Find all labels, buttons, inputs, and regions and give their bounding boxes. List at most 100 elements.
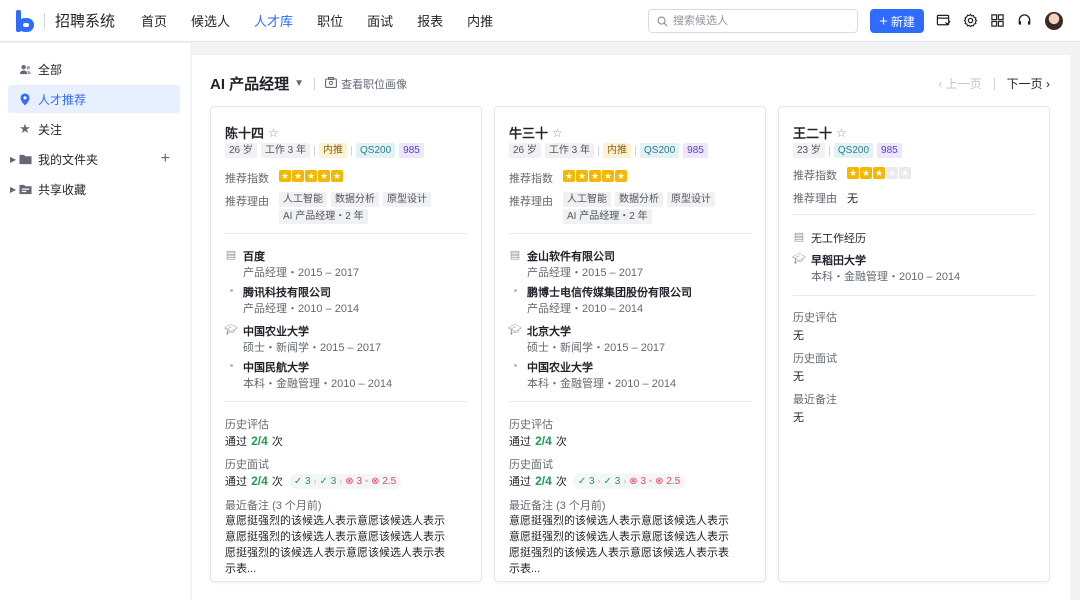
favorite-star-icon[interactable]: ☆	[268, 126, 279, 140]
next-page-button[interactable]: 下一页 ›	[1007, 75, 1050, 92]
interview-rounds[interactable]: ✓ 3 › ✓ 3 › ⊗ 3 • ⊗ 2.5	[288, 473, 402, 489]
company-icon: ▤	[225, 248, 237, 261]
sidebar-item-follow[interactable]: ★ 关注	[8, 115, 180, 143]
reason-tags: 人工智能 数据分析 原型设计 AI 产品经理・2 年	[279, 192, 469, 226]
sidebar-item-all[interactable]: 全部	[8, 55, 180, 83]
age-tag: 26 岁	[509, 143, 541, 158]
sidebar-item-my-folders[interactable]: ▶ 我的文件夹 +	[8, 145, 180, 173]
caret-right-icon[interactable]: ▶	[10, 155, 16, 164]
job-detail: 产品经理・2010 – 2014	[243, 303, 360, 315]
candidate-name[interactable]: 王二十 ☆	[793, 123, 847, 142]
recent-note-label: 最近备注 (3 个月前)	[509, 500, 606, 512]
view-portrait-link[interactable]: 查看职位画像	[325, 76, 407, 92]
search-box[interactable]	[648, 9, 858, 33]
company-name: 百度	[243, 251, 265, 263]
recent-note-label: 最近备注	[793, 394, 837, 406]
reason-tag: AI 产品经理・2 年	[279, 209, 368, 224]
sidebar-item-label: 我的文件夹	[38, 152, 99, 167]
nav-reports[interactable]: 报表	[417, 11, 443, 30]
sidebar-item-label: 关注	[38, 122, 63, 137]
school-name: 北京大学	[527, 326, 571, 338]
apps-grid-icon[interactable]	[989, 12, 1005, 28]
candidate-name[interactable]: 陈十四 ☆	[225, 123, 279, 142]
star-empty-icon: ★	[886, 167, 898, 179]
pager: ‹ 上一页 下一页 ›	[938, 75, 1050, 92]
reason-tag: 数据分析	[331, 192, 379, 207]
folder-icon	[18, 152, 32, 166]
favorite-star-icon[interactable]: ☆	[836, 126, 847, 140]
nav-interviews[interactable]: 面试	[367, 11, 393, 30]
star-filled-icon: ★	[331, 170, 343, 182]
logo[interactable]: 招聘系统	[16, 9, 116, 32]
chevron-down-icon[interactable]: ▼	[294, 78, 304, 89]
star-filled-icon: ★	[615, 170, 627, 182]
reason-tag: 人工智能	[279, 192, 327, 207]
round-pass: ✓ 3	[319, 475, 337, 487]
main-nav: 首页 候选人 人才库 职位 面试 报表 内推	[141, 11, 517, 30]
history-interview-label: 历史面试	[509, 459, 553, 471]
history-eval-label: 历史评估	[225, 419, 269, 431]
sidebar-item-shared[interactable]: ▶ 共享收藏	[8, 175, 180, 203]
work-years-tag: 工作 3 年	[544, 143, 595, 158]
page-title[interactable]: AI 产品经理	[210, 73, 289, 94]
round-pass: ✓ 3	[577, 475, 595, 487]
add-folder-button[interactable]: +	[161, 150, 170, 168]
main-panel: AI 产品经理 ▼ 查看职位画像 ‹ 上一页 下一页 › 陈十四 ☆ 26 岁 工…	[192, 55, 1070, 600]
school-tier-tag: 985	[877, 143, 902, 158]
qs-rank-tag: QS200	[640, 143, 680, 158]
candidate-card[interactable]: 王二十 ☆ 23 岁 QS200 985 推荐指数 ★ ★ ★ ★ ★ 推荐理由 无 ▤ …	[778, 106, 1050, 582]
favorite-star-icon[interactable]: ☆	[552, 126, 563, 140]
sidebar-item-recommend[interactable]: 人才推荐	[8, 85, 180, 113]
app-title: 招聘系统	[55, 13, 116, 30]
star-icon: ★	[19, 121, 31, 136]
candidate-name[interactable]: 牛三十 ☆	[509, 123, 563, 142]
star-filled-icon: ★	[847, 167, 859, 179]
candidate-card[interactable]: 陈十四 ☆ 26 岁 工作 3 年 内推 QS200 985 推荐指数 ★ ★ ★ ★ ★…	[210, 106, 482, 582]
shared-folder-icon	[18, 182, 32, 196]
view-portrait-label: 查看职位画像	[341, 78, 408, 91]
school-name: 中国民航大学	[243, 362, 309, 374]
candidate-card[interactable]: 牛三十 ☆ 26 岁 工作 3 年 内推 QS200 985 推荐指数 ★ ★ ★ ★ ★…	[494, 106, 766, 582]
headset-icon[interactable]	[1016, 12, 1032, 28]
school-detail: 硕士・新闻学・2015 – 2017	[527, 342, 666, 354]
nav-home[interactable]: 首页	[141, 11, 167, 30]
interview-rounds[interactable]: ✓ 3 › ✓ 3 › ⊗ 3 • ⊗ 2.5	[572, 473, 686, 489]
nav-candidates[interactable]: 候选人	[191, 11, 230, 30]
new-button[interactable]: + 新建	[870, 9, 924, 33]
sidebar: 全部 人才推荐 ★ 关注 ▶ 我的文件夹 + ▶ 共享收藏	[0, 43, 190, 600]
prev-page-button[interactable]: ‹ 上一页	[938, 75, 981, 92]
search-input[interactable]	[673, 15, 843, 27]
no-work-text: 无工作经历	[811, 233, 866, 245]
star-filled-icon: ★	[860, 167, 872, 179]
school-name: 中国农业大学	[243, 326, 309, 338]
score-label: 推荐指数	[509, 173, 553, 185]
school-name: 中国农业大学	[527, 362, 593, 374]
round-fail: ⊗ 3	[629, 475, 646, 487]
rating-stars: ★ ★ ★ ★ ★	[279, 170, 344, 182]
candidate-tags: 23 岁 QS200 985	[793, 143, 906, 158]
recent-note-label: 最近备注 (3 个月前)	[225, 500, 322, 512]
graduation-cap-icon: 🎓︎	[224, 323, 238, 336]
chevron-left-icon: ‹	[938, 77, 943, 91]
star-filled-icon: ★	[873, 167, 885, 179]
star-filled-icon: ★	[576, 170, 588, 182]
nav-positions[interactable]: 职位	[317, 11, 343, 30]
nav-talent-pool[interactable]: 人才库	[254, 11, 293, 30]
job-detail: 产品经理・2015 – 2017	[243, 267, 360, 279]
portrait-icon	[325, 76, 338, 91]
caret-right-icon[interactable]: ▶	[10, 185, 16, 194]
avatar[interactable]	[1045, 12, 1063, 30]
star-empty-icon: ★	[899, 167, 911, 179]
candidate-tags: 26 岁 工作 3 年 内推 QS200 985	[225, 143, 428, 158]
gear-icon[interactable]	[962, 12, 978, 28]
users-icon	[18, 62, 32, 76]
reason-value: 无	[847, 193, 858, 205]
star-filled-icon: ★	[292, 170, 304, 182]
task-icon[interactable]	[935, 12, 951, 28]
school-detail: 硕士・新闻学・2015 – 2017	[243, 342, 382, 354]
company-icon: ▤	[509, 248, 521, 261]
school-tier-tag: 985	[399, 143, 424, 158]
reason-label: 推荐理由	[793, 193, 837, 205]
nav-referral[interactable]: 内推	[467, 11, 493, 30]
round-pass: ✓ 3	[603, 475, 621, 487]
